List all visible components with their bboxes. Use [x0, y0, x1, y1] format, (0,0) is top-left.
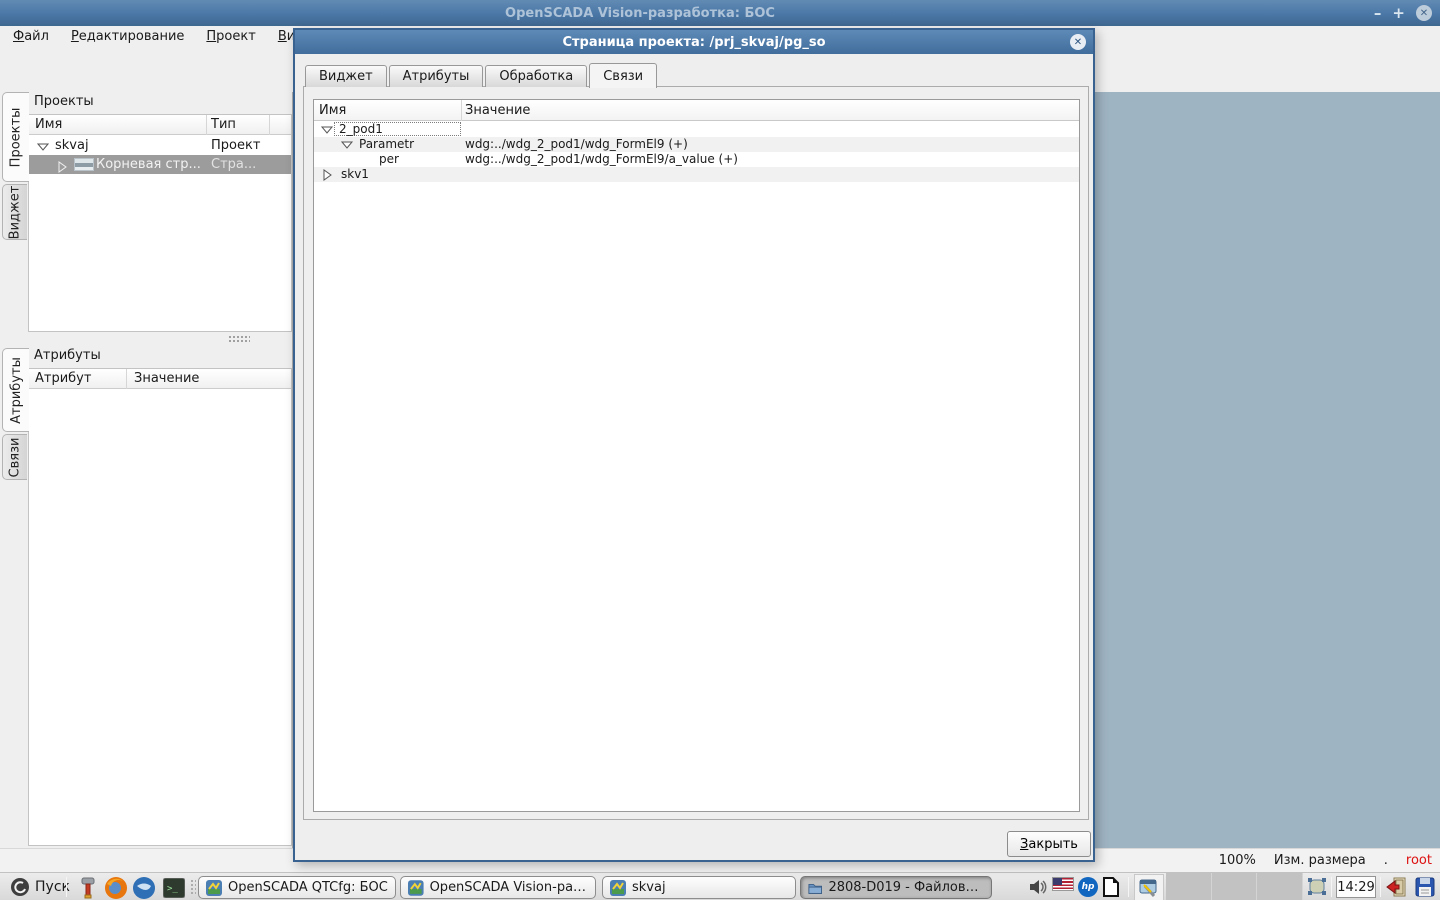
hp-tray[interactable]: hp [1078, 877, 1098, 897]
branch-open-icon[interactable] [341, 141, 354, 149]
openscada-icon [610, 880, 626, 896]
volume-icon [1028, 877, 1050, 897]
document-icon [1102, 877, 1120, 897]
desktop: OpenSCADA Vision-разработка: БОС – + ✕ Ф… [0, 0, 1440, 900]
thunderbird-launcher[interactable] [132, 876, 156, 900]
dock-tab-widget[interactable]: Виджет [2, 184, 27, 240]
branch-open-icon[interactable] [37, 143, 49, 151]
page-thumbnail-icon [74, 158, 94, 171]
link-row-2pod1[interactable]: 2_pod1 [314, 122, 1079, 137]
terminal-icon: >_ [163, 878, 185, 898]
dock-tab-attributes[interactable]: Атрибуты [2, 348, 29, 432]
keyboard-layout-tray[interactable] [1052, 877, 1074, 891]
maximize-button[interactable]: + [1392, 0, 1405, 26]
folder-icon [808, 881, 822, 895]
openscada-icon [408, 880, 424, 896]
logout-icon [1386, 876, 1408, 898]
document-tray[interactable] [1102, 877, 1120, 897]
vision-tray-icon [1139, 878, 1159, 898]
firefox-launcher[interactable] [104, 876, 128, 900]
tool-launcher[interactable] [76, 876, 100, 900]
dialog-tabbar: Виджет Атрибуты Обработка Связи [305, 62, 659, 87]
attributes-panel-title: Атрибуты [28, 346, 101, 366]
status-separator: . [1384, 853, 1388, 868]
attributes-table: Атрибут Значение [28, 368, 292, 846]
menu-edit[interactable]: Редактирование [60, 26, 195, 48]
branch-closed-icon[interactable] [323, 169, 332, 181]
link-row-parametr[interactable]: Parametr wdg:../wdg_2_pod1/wdg_FormEl9 (… [314, 137, 1079, 152]
firefox-icon [104, 876, 128, 900]
current-user: root [1406, 853, 1432, 868]
workspace-pager [1166, 873, 1303, 900]
pager-workspace-3[interactable] [1257, 873, 1303, 900]
projects-panel-title: Проекты [28, 92, 94, 112]
dock-tab-projects[interactable]: Проекты [2, 92, 29, 182]
logout-button[interactable] [1386, 876, 1408, 898]
show-desktop-button[interactable] [1306, 876, 1328, 898]
branch-closed-icon[interactable] [58, 161, 67, 173]
menu-file[interactable]: Файл [2, 26, 60, 48]
projects-tree: Имя Тип skvaj Проект Корневая стр... [28, 114, 292, 332]
save-session-icon [1414, 876, 1436, 898]
show-desktop-icon [1306, 876, 1328, 898]
thunderbird-icon [132, 876, 156, 900]
mdi-workspace[interactable] [1095, 92, 1440, 848]
zoom-level: 100% [1219, 853, 1256, 868]
tab-links[interactable]: Связи [589, 63, 657, 88]
project-row-root-page[interactable]: Корневая стр... Стра... [29, 155, 291, 174]
pager-workspace-1[interactable] [1166, 873, 1212, 900]
main-titlebar[interactable]: OpenSCADA Vision-разработка: БОС – + ✕ [0, 0, 1440, 26]
branch-open-icon[interactable] [321, 126, 334, 134]
keyboard-layout-icon [1052, 877, 1074, 891]
link-row-per[interactable]: per wdg:../wdg_2_pod1/wdg_FormEl9/a_valu… [314, 152, 1079, 167]
dialog-titlebar[interactable]: Страница проекта: /prj_skvaj/pg_so [295, 30, 1093, 54]
attributes-col-attr[interactable]: Атрибут [35, 369, 91, 389]
tab-processing[interactable]: Обработка [485, 65, 587, 87]
task-skvaj[interactable]: skvaj [602, 876, 796, 899]
pager-workspace-2[interactable] [1212, 873, 1258, 900]
hp-icon: hp [1078, 877, 1098, 897]
project-page-dialog: Страница проекта: /prj_skvaj/pg_so ✕ Вид… [293, 28, 1095, 862]
main-window-title: OpenSCADA Vision-разработка: БОС [0, 6, 1280, 21]
dock-tab-links[interactable]: Связи [2, 434, 27, 480]
task-qtcfg[interactable]: OpenSCADA QTCfg: БОС [198, 876, 396, 899]
projects-col-type[interactable]: Тип [211, 115, 236, 135]
menu-project[interactable]: Проект [195, 26, 266, 48]
dock-splitter[interactable] [228, 335, 250, 342]
vision-tray-button[interactable] [1134, 874, 1164, 900]
dialog-close-action-button[interactable]: Закрыть [1007, 831, 1091, 857]
task-file-manager[interactable]: 2808-D019 - Файловый ... [800, 876, 992, 899]
save-session-button[interactable] [1414, 876, 1436, 898]
project-row-skvaj[interactable]: skvaj Проект [29, 136, 291, 155]
attributes-col-value[interactable]: Значение [134, 369, 199, 389]
projects-col-name[interactable]: Имя [35, 115, 62, 135]
taskbar: Пуск >_ [0, 872, 1440, 900]
minimize-button[interactable]: – [1374, 0, 1382, 26]
start-icon [10, 877, 30, 897]
svg-text:>_: >_ [167, 884, 178, 894]
openscada-icon [206, 880, 222, 896]
dialog-title: Страница проекта: /prj_skvaj/pg_so [562, 35, 825, 50]
links-col-name[interactable]: Имя [319, 100, 346, 121]
dialog-close-button[interactable]: ✕ [1070, 34, 1086, 50]
tool-icon [79, 877, 97, 899]
terminal-launcher[interactable]: >_ [162, 876, 186, 900]
left-dock: Проекты Виджет Атрибуты Связи Проекты Им… [0, 92, 293, 848]
links-col-value[interactable]: Значение [465, 100, 530, 121]
link-row-skv1[interactable]: skv1 [314, 167, 1079, 182]
tab-widget[interactable]: Виджет [305, 65, 387, 87]
close-button[interactable]: ✕ [1416, 5, 1432, 21]
edit-mode-label: Изм. размера [1274, 853, 1366, 868]
task-vision[interactable]: OpenSCADA Vision-раз... [400, 876, 596, 899]
clock[interactable]: 14:29 [1336, 876, 1376, 898]
volume-tray[interactable] [1028, 877, 1050, 897]
links-tree: Имя Значение 2_pod1 Parametr wdg:../wdg_… [313, 99, 1080, 812]
tab-attributes[interactable]: Атрибуты [389, 65, 484, 87]
